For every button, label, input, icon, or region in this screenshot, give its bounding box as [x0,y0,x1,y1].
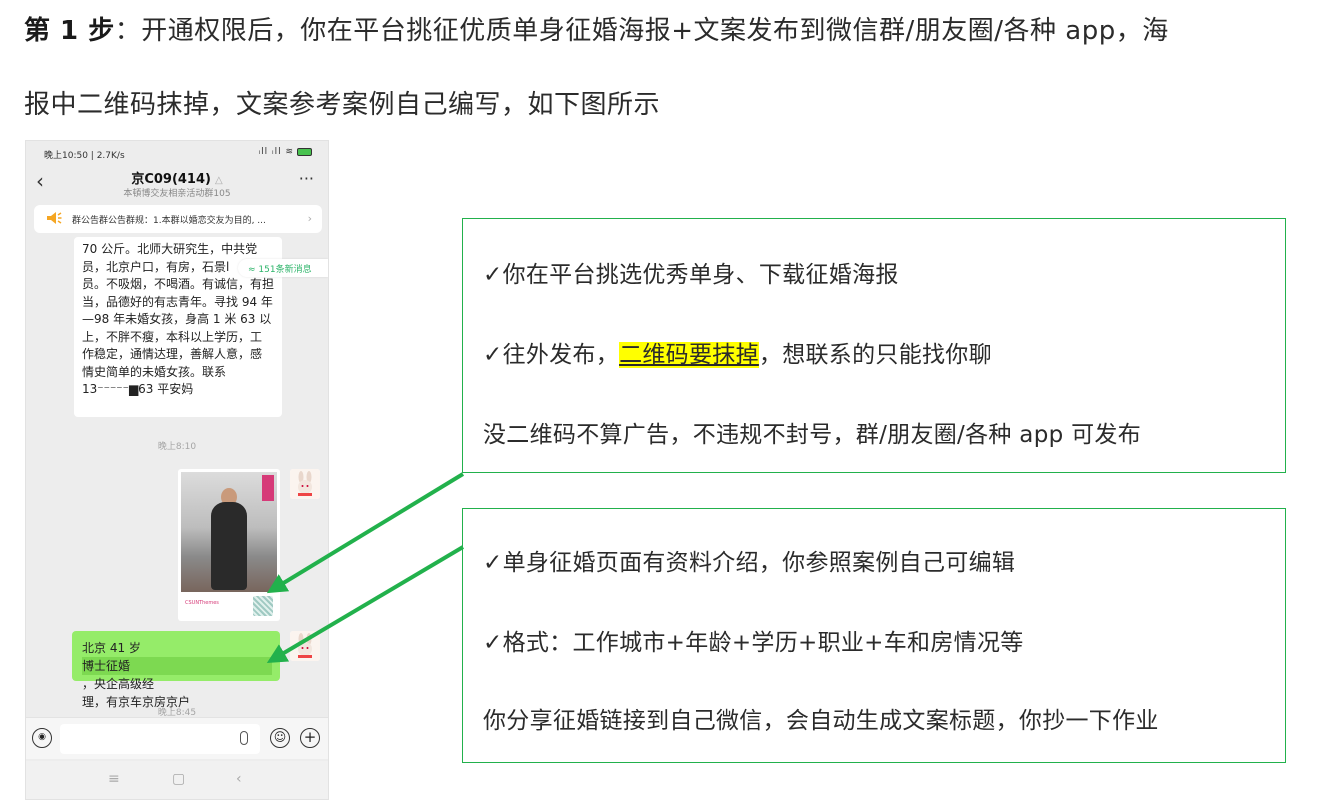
sent-message-line1: 北京 41 岁博士征婚 ，央企高级经 [82,639,272,693]
callout1-line2: ✓往外发布，二维码要抹掉，想联系的只能找你聊 [483,342,992,368]
message-line: —98 年未婚女孩，身高 1 米 63 以 [82,312,272,326]
poster-photo: CSUNThemes [181,472,277,618]
chat-subtitle: 本頓博交友相亲活动群105 [123,189,231,199]
microphone-icon[interactable] [240,731,248,745]
rabbit-avatar-icon [290,631,320,661]
signal-wifi-icons: ᵢll ᵢll ≋ [259,147,312,157]
message-line: 情史简单的未婚女孩。联系 [82,364,227,379]
chat-input-bar: ◉ ☺ + [26,717,328,759]
home-icon[interactable]: ▢ [172,771,185,787]
person-figure [211,502,247,590]
message-line: 70 公斤。北师大研究生，中共党 [82,242,258,256]
wechat-screenshot: 晚上10:50 | 2.7K/s ᵢll ᵢll ≋ ‹ 京C09(414) △ … [25,140,329,800]
qr-code-icon [253,596,273,616]
callout2-line2: ✓格式：工作城市+年龄+学历+职业+车和房情况等 [483,630,1024,656]
step-heading-text: ：开通权限后，你在平台挑征优质单身征婚海报+文案发布到微信群/朋友圈/各种 ap… [114,16,1169,46]
battery-icon [297,147,312,156]
callout-box-copywriting: ✓单身征婚页面有资料介绍，你参照案例自己可编辑 ✓格式：工作城市+年龄+学历+职… [462,508,1286,763]
highlighted-qr-warning: 二维码要抹掉 [619,342,759,368]
speaker-icon [47,212,62,224]
step-heading-line2: 报中二维码抹掉，文案参考案例自己编写，如下图所示 [24,90,661,120]
poster-image-message[interactable]: CSUNThemes [178,469,280,621]
message-line: 上，不胖不瘦，本科以上学历，工 [82,329,263,344]
rabbit-avatar-icon [290,469,320,499]
group-notice-banner[interactable]: 群公告群公告群规：1.本群以婚恋交友为目的, ... › [34,205,322,233]
chat-title: 京C09(414) △ [131,172,223,187]
message-timestamp: 晚上8:10 [157,442,197,452]
chevron-right-icon: › [307,212,312,225]
message-line: 13⁻⁻⁻⁻⁻▆63 平安妈 [82,382,194,396]
plus-icon[interactable]: + [300,728,320,748]
step-heading-line1: 第 1 步：开通权限后，你在平台挑征优质单身征婚海报+文案发布到微信群/朋友圈/… [24,10,1169,47]
mute-bell-icon: △ [214,175,223,186]
unread-messages-badge[interactable]: ≈ 151条新消息 [238,259,328,277]
callout-box-poster: ✓你在平台挑选优秀单身、下载征婚海报 ✓往外发布，二维码要抹掉，想联系的只能找你… [462,218,1286,473]
highlighted-text: 博士征婚 [82,657,272,675]
message-line: 当，品德好的有志青年。寻找 94 年 [82,294,273,309]
android-nav-bar: ≡ ▢ ‹ [26,761,328,799]
group-notice-text: 群公告群公告群规：1.本群以婚恋交友为目的, ... [72,216,266,226]
callout1-line3: 没二维码不算广告，不违规不封号，群/朋友圈/各种 app 可发布 [483,422,1142,448]
callout2-line3: 你分享征婚链接到自己微信，会自动生成文案标题，你抄一下作业 [483,708,1159,734]
voice-input-icon[interactable]: ◉ [32,728,52,748]
message-line: 员。不吸烟，不喝酒。有诚信，有担 [82,277,275,291]
emoji-icon[interactable]: ☺ [270,728,290,748]
message-input[interactable] [60,724,260,754]
step-label: 第 1 步 [24,16,115,46]
chat-header: ‹ 京C09(414) △ 本頓博交友相亲活动群105 ··· [26,163,328,199]
more-options-icon[interactable]: ··· [299,169,314,188]
callout1-line1: ✓你在平台挑选优秀单身、下载征婚海报 [483,262,899,288]
callout2-line1: ✓单身征婚页面有资料介绍，你参照案例自己可编辑 [483,550,1016,576]
message-line: 作稳定，通情达理，善解人意，感 [82,347,263,361]
poster-tag [262,475,274,501]
poster-brand: CSUNThemes [185,600,219,606]
self-avatar[interactable] [290,631,320,661]
status-time: 晚上10:50 | 2.7K/s [44,151,125,161]
sender-avatar[interactable] [290,469,320,499]
menu-icon[interactable]: ≡ [108,771,120,787]
back-icon[interactable]: ‹ [236,771,242,787]
sent-message-bubble[interactable]: 北京 41 岁博士征婚 ，央企高级经 理，有京车京房京户 [72,631,280,709]
status-bar: 晚上10:50 | 2.7K/s ᵢll ᵢll ≋ [26,141,328,161]
